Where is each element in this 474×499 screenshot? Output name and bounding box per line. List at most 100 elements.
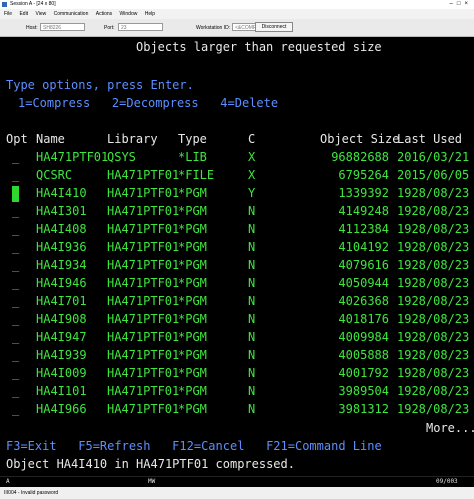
disconnect-button[interactable]: Disconnect [255, 22, 293, 32]
row-name: QCSRC [36, 168, 73, 182]
row-last-used: 2016/03/21 [397, 150, 470, 164]
row-compress-flag: N [248, 240, 256, 254]
row-type: *PGM [178, 294, 207, 308]
row-library: HA471PTF01 [107, 348, 180, 362]
row-object-size: 96882688 [331, 150, 389, 164]
text-cursor [12, 186, 19, 202]
header-c: C [248, 132, 256, 146]
row-name: HA4I101 [36, 384, 87, 398]
row-opt-field[interactable]: _ [12, 366, 19, 380]
table-row: _ HA4I101 HA471PTF01 *PGM N 3989504 1928/08/23 [0, 384, 474, 402]
port-field[interactable]: 23 [118, 23, 163, 31]
row-name: HA4I939 [36, 348, 87, 362]
workstation-label: Workstation ID: [196, 25, 231, 31]
window-controls[interactable]: –□× [450, 0, 472, 9]
row-last-used: 1928/08/23 [397, 366, 470, 380]
table-row: _ HA4I908 HA471PTF01 *PGM N 4018176 1928/08/23 [0, 312, 474, 330]
row-object-size: 4112384 [338, 222, 389, 236]
row-last-used: 1928/08/23 [397, 222, 470, 236]
row-type: *PGM [178, 204, 207, 218]
row-compress-flag: N [248, 366, 256, 380]
row-library: HA471PTF01 [107, 276, 180, 290]
table-row: _ HA4I946 HA471PTF01 *PGM N 4050944 1928/08/23 [0, 276, 474, 294]
header-last-used: Last Used [397, 132, 463, 146]
row-library: HA471PTF01 [107, 312, 180, 326]
table-row: _ HA4I701 HA471PTF01 *PGM N 4026368 1928/08/23 [0, 294, 474, 312]
row-compress-flag: X [248, 168, 256, 182]
menu-actions[interactable]: Actions [96, 11, 112, 17]
row-compress-flag: N [248, 294, 256, 308]
row-name: HA4I301 [36, 204, 87, 218]
row-compress-flag: X [248, 150, 256, 164]
row-opt-field[interactable]: _ [12, 348, 19, 362]
row-compress-flag: N [248, 330, 256, 344]
row-library: HA471PTF01 [107, 402, 180, 416]
bottom-status-bar: III004 - Invalid password [0, 487, 474, 499]
table-row: _ HA4I936 HA471PTF01 *PGM N 4104192 1928/08/23 [0, 240, 474, 258]
row-opt-field[interactable]: _ [12, 294, 19, 308]
row-type: *PGM [178, 312, 207, 326]
row-name: HA4I966 [36, 402, 87, 416]
row-last-used: 1928/08/23 [397, 312, 470, 326]
row-type: *PGM [178, 240, 207, 254]
row-opt-field[interactable]: _ [12, 330, 19, 344]
table-row: _ HA4I301 HA471PTF01 *PGM N 4149248 1928/08/23 [0, 204, 474, 222]
row-opt-field[interactable]: _ [12, 204, 19, 218]
row-library: HA471PTF01 [107, 222, 180, 236]
row-last-used: 1928/08/23 [397, 204, 470, 218]
menu-window[interactable]: Window [120, 11, 138, 17]
table-row: _ HA4I966 HA471PTF01 *PGM N 3981312 1928/08/23 [0, 402, 474, 420]
menu-view[interactable]: View [35, 11, 46, 17]
row-object-size: 4050944 [338, 276, 389, 290]
header-opt: Opt [6, 132, 28, 146]
row-name: HA4I934 [36, 258, 87, 272]
row-type: *PGM [178, 276, 207, 290]
table-row: _ HA4I939 HA471PTF01 *PGM N 4005888 1928/08/23 [0, 348, 474, 366]
row-compress-flag: N [248, 402, 256, 416]
table-row: _ HA4I009 HA471PTF01 *PGM N 4001792 1928/08/23 [0, 366, 474, 384]
row-object-size: 3981312 [338, 402, 389, 416]
port-label: Port: [104, 25, 115, 31]
row-last-used: 1928/08/23 [397, 384, 470, 398]
row-name: HA4I009 [36, 366, 87, 380]
host-field[interactable]: SH8226 [40, 23, 85, 31]
row-opt-field[interactable]: _ [12, 312, 19, 326]
row-opt-field[interactable]: _ [12, 402, 19, 416]
header-type: Type [178, 132, 207, 146]
row-type: *PGM [178, 186, 207, 200]
row-object-size: 4018176 [338, 312, 389, 326]
row-opt-field[interactable]: _ [12, 222, 19, 236]
row-opt-field[interactable]: _ [12, 258, 19, 272]
row-name: HA471PTF01 [36, 150, 109, 164]
menu-help[interactable]: Help [145, 11, 155, 17]
row-object-size: 4001792 [338, 366, 389, 380]
menu-edit[interactable]: Edit [19, 11, 28, 17]
row-last-used: 1928/08/23 [397, 402, 470, 416]
menu-file[interactable]: File [4, 11, 12, 17]
table-row: _ HA4I408 HA471PTF01 *PGM N 4112384 1928/08/23 [0, 222, 474, 240]
row-last-used: 1928/08/23 [397, 294, 470, 308]
row-opt-field[interactable]: _ [12, 240, 19, 254]
row-opt-field[interactable]: _ [12, 150, 19, 164]
host-label: Host: [26, 25, 38, 31]
row-compress-flag: N [248, 276, 256, 290]
row-library: QSYS [107, 150, 136, 164]
row-last-used: 1928/08/23 [397, 258, 470, 272]
header-name: Name [36, 132, 65, 146]
table-row: _ HA471PTF01 QSYS *LIB X 96882688 2016/03/21 [0, 150, 474, 168]
row-opt-field[interactable]: _ [12, 168, 19, 182]
menu-bar: File Edit View Communication Actions Win… [0, 9, 474, 19]
row-last-used: 1928/08/23 [397, 240, 470, 254]
row-object-size: 3989504 [338, 384, 389, 398]
terminal-screen[interactable]: Objects larger than requested size Type … [0, 37, 474, 476]
connection-toolbar: Host: SH8226 Port: 23 Workstation ID: <&… [0, 19, 474, 37]
row-compress-flag: N [248, 222, 256, 236]
table-row: _ QCSRC HA471PTF01 *FILE X 6795264 2015/06/05 [0, 168, 474, 186]
row-object-size: 4104192 [338, 240, 389, 254]
row-opt-field[interactable]: _ [12, 384, 19, 398]
row-compress-flag: N [248, 258, 256, 272]
row-type: *PGM [178, 366, 207, 380]
menu-communication[interactable]: Communication [54, 11, 89, 17]
row-opt-field[interactable]: _ [12, 276, 19, 290]
message-line: Object HA4I410 in HA471PTF01 compressed. [6, 457, 295, 471]
